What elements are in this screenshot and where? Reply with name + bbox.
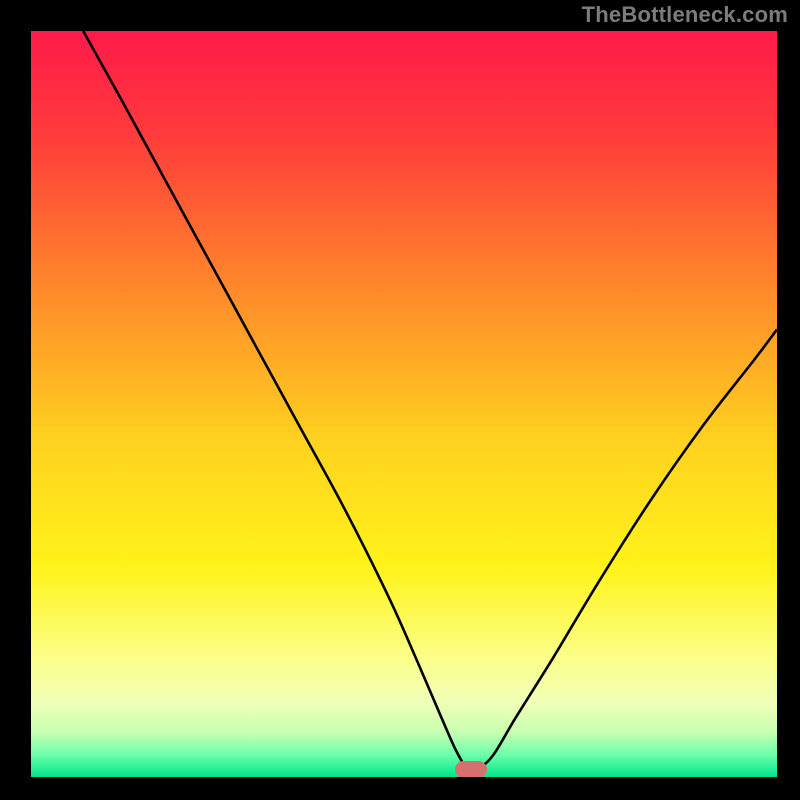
bottleneck-curve [31,31,777,777]
chart-frame: TheBottleneck.com [0,0,800,800]
optimum-marker [455,761,486,777]
curve-path [83,31,777,770]
watermark-text: TheBottleneck.com [582,2,788,28]
plot-area [31,31,777,777]
